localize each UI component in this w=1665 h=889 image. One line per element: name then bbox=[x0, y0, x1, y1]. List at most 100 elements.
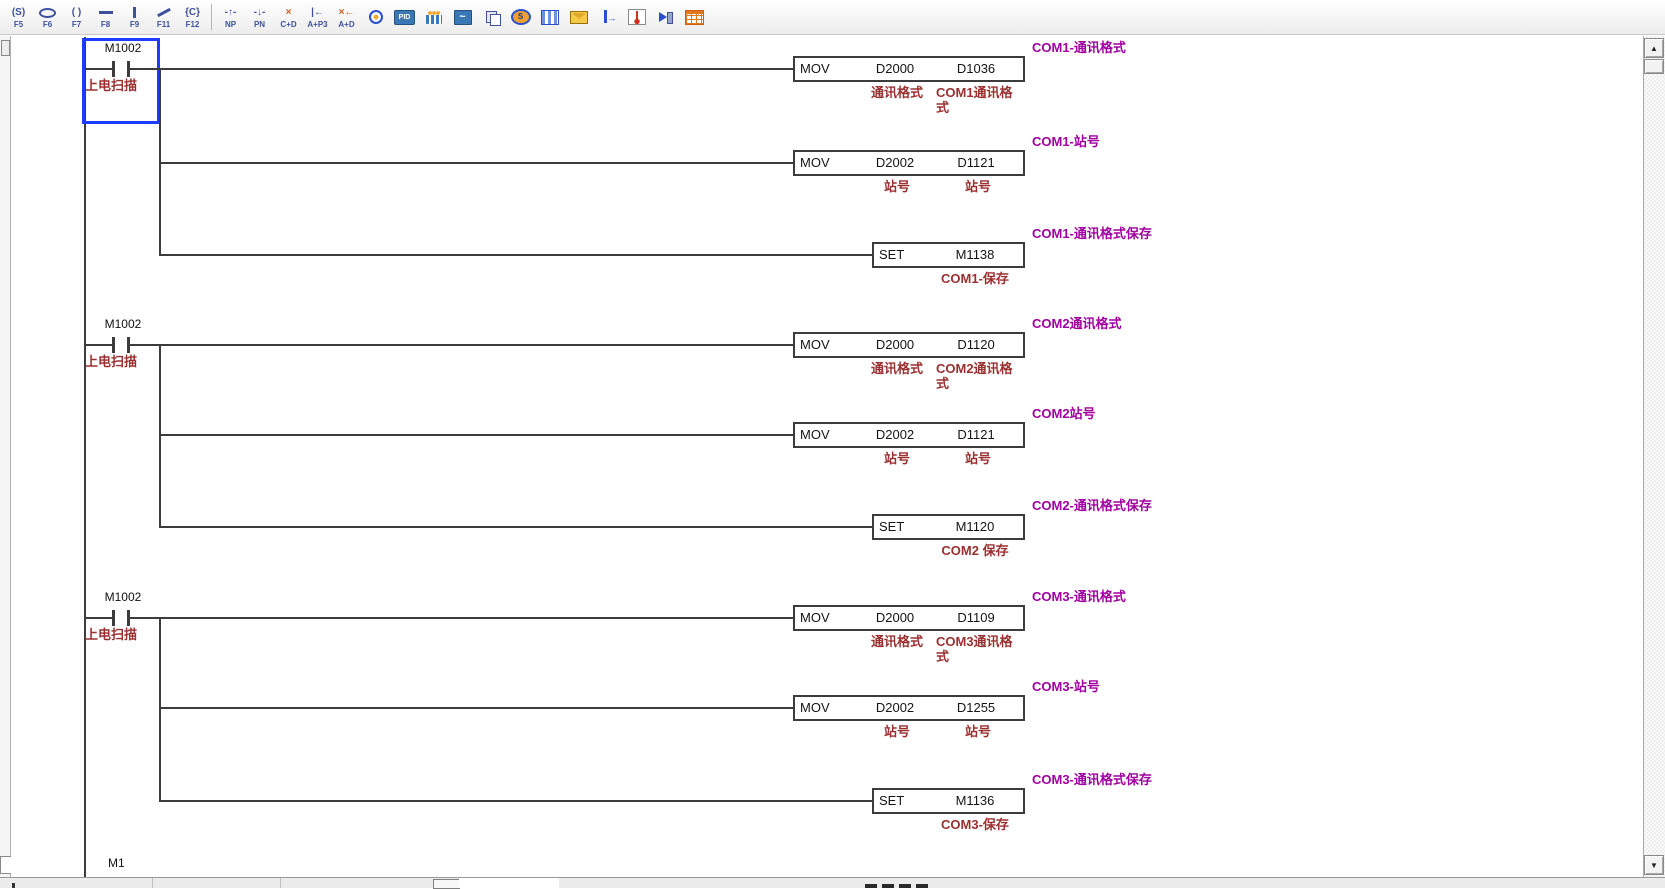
timer-button[interactable] bbox=[361, 1, 390, 33]
waveform-icon: ~ bbox=[454, 10, 472, 25]
device-grid-button[interactable] bbox=[680, 1, 709, 33]
operand-source: D2000 bbox=[843, 58, 947, 80]
instruction-box-mov[interactable]: MOV D2000 D1109 bbox=[793, 605, 1025, 631]
operand-comment: 站号 bbox=[849, 179, 945, 194]
scrollbar-thumb[interactable] bbox=[1644, 59, 1664, 74]
delete-line-f11-button[interactable]: F11 bbox=[149, 1, 178, 33]
instruction-name: MOV bbox=[800, 607, 830, 629]
coil-icon bbox=[39, 5, 56, 20]
copy-program-button[interactable] bbox=[477, 1, 506, 33]
instruction-box-set[interactable]: SET M1136 bbox=[872, 788, 1025, 814]
falling-pulse-pn-button[interactable]: -↓- PN bbox=[245, 1, 274, 33]
operand-comment: 站号 bbox=[849, 724, 945, 739]
counter-c-icon: {C} bbox=[185, 5, 201, 20]
operand-comment: COM3-保存 bbox=[915, 817, 1035, 832]
waveform-button[interactable]: ~ bbox=[448, 1, 477, 33]
rising-pulse-np-button[interactable]: -↑- NP bbox=[216, 1, 245, 33]
toolbar-button-label: F8 bbox=[101, 20, 110, 29]
instruction-box-set[interactable]: SET M1138 bbox=[872, 242, 1025, 268]
horizontal-line-f8-button[interactable]: F8 bbox=[91, 1, 120, 33]
io-branch-button[interactable] bbox=[593, 1, 622, 33]
operand-comment: 站号 bbox=[935, 724, 1021, 739]
rung-comment: COM1-站号 bbox=[1032, 134, 1100, 150]
wire bbox=[85, 344, 793, 346]
toolbar-button-label: A+D bbox=[338, 20, 354, 29]
pid-icon: PID bbox=[394, 10, 415, 25]
table-columns-icon bbox=[541, 10, 559, 25]
toolbar-button-label: F7 bbox=[72, 20, 81, 29]
run-monitor-button[interactable] bbox=[651, 1, 680, 33]
module-columns-icon bbox=[426, 11, 442, 24]
contact-s-icon: (S) bbox=[11, 5, 27, 20]
step-ladder-f5-button[interactable]: (S) F5 bbox=[4, 1, 33, 33]
rising-pulse-icon: -↑- bbox=[223, 5, 239, 20]
delete-row-ad-button[interactable]: ×← A+D bbox=[332, 1, 361, 33]
contact-comment: 上电扫描 bbox=[85, 78, 137, 93]
operand-comment: 站号 bbox=[935, 179, 1021, 194]
branch-wire bbox=[159, 344, 161, 528]
operand-source: D2000 bbox=[843, 607, 947, 629]
instruction-name: MOV bbox=[800, 334, 830, 356]
delete-cell-cd-button[interactable]: × C+D bbox=[274, 1, 303, 33]
pid-button[interactable]: PID bbox=[390, 1, 419, 33]
instruction-box-set[interactable]: SET M1120 bbox=[872, 514, 1025, 540]
toolbar-button-label: NP bbox=[225, 20, 236, 29]
horizontal-line-icon bbox=[98, 5, 114, 20]
instruction-box-mov[interactable]: MOV D2000 D1036 bbox=[793, 56, 1025, 82]
toolbar-button-label: F11 bbox=[157, 20, 170, 29]
contact-device-label: M1002 bbox=[94, 590, 152, 604]
instruction-box-mov[interactable]: MOV D2000 D1120 bbox=[793, 332, 1025, 358]
instruction-box-mov[interactable]: MOV D2002 D1121 bbox=[793, 422, 1025, 448]
instruction-box-mov[interactable]: MOV D2002 D1255 bbox=[793, 695, 1025, 721]
vertical-scrollbar-track[interactable] bbox=[1643, 36, 1665, 877]
toolbar-button-label: C+D bbox=[280, 20, 296, 29]
falling-pulse-icon: -↓- bbox=[252, 5, 268, 20]
operand-dest: M1138 bbox=[930, 244, 1020, 266]
wire bbox=[85, 68, 793, 70]
device-table-button[interactable] bbox=[535, 1, 564, 33]
s-badge-icon: S bbox=[511, 9, 531, 25]
operand-dest: D1109 bbox=[933, 607, 1019, 629]
coil-f6-button[interactable]: F6 bbox=[33, 1, 62, 33]
instruction-box-mov[interactable]: MOV D2002 D1121 bbox=[793, 150, 1025, 176]
operand-dest: M1120 bbox=[930, 516, 1020, 538]
temperature-button[interactable] bbox=[622, 1, 651, 33]
contact-device-label: M1002 bbox=[94, 41, 152, 55]
thermometer-icon bbox=[628, 9, 646, 25]
next-rung-device-label: M1 bbox=[108, 856, 125, 870]
toolbar-button-label: F12 bbox=[186, 20, 200, 29]
operand-source: D2000 bbox=[843, 334, 947, 356]
panel-corner-box-top bbox=[1, 40, 10, 56]
wire bbox=[159, 707, 793, 709]
wire bbox=[85, 617, 793, 619]
rung-comment: COM2通讯格式 bbox=[1032, 316, 1122, 332]
diagonal-line-icon bbox=[156, 5, 172, 20]
rung-comment: COM1-通讯格式 bbox=[1032, 40, 1126, 56]
operand-comment: 通讯格式 bbox=[849, 361, 945, 376]
toolbar-button-label: PN bbox=[254, 20, 265, 29]
statusbar-separator bbox=[280, 878, 281, 888]
operand-dest: D1121 bbox=[933, 152, 1019, 174]
vertical-line-f9-button[interactable]: F9 bbox=[120, 1, 149, 33]
scroll-up-button[interactable]: ▲ bbox=[1644, 38, 1664, 58]
s-badge-button[interactable]: S bbox=[506, 1, 535, 33]
envelope-icon bbox=[570, 11, 588, 24]
copy-pages-icon bbox=[484, 10, 500, 24]
operand-comment: 站号 bbox=[935, 451, 1021, 466]
wire bbox=[159, 434, 793, 436]
insert-row-aps-button[interactable]: |← A+P3 bbox=[303, 1, 332, 33]
contact-comment: 上电扫描 bbox=[85, 627, 137, 642]
message-button[interactable] bbox=[564, 1, 593, 33]
operand-dest: D1255 bbox=[933, 697, 1019, 719]
output-parens-f7-button[interactable]: ( ) F7 bbox=[62, 1, 91, 33]
rung-comment: COM3-通讯格式保存 bbox=[1032, 772, 1152, 788]
up-arrow-icon: ▲ bbox=[1650, 44, 1658, 53]
branch-arrow-icon bbox=[600, 10, 616, 24]
scroll-down-button[interactable]: ▼ bbox=[1644, 855, 1664, 875]
insert-left-arrow-icon: |← bbox=[310, 5, 326, 20]
wire bbox=[159, 800, 872, 802]
rung-comment: COM2站号 bbox=[1032, 406, 1096, 422]
counter-coil-f12-button[interactable]: {C} F12 bbox=[178, 1, 207, 33]
module-wizard-button[interactable] bbox=[419, 1, 448, 33]
operand-dest: M1136 bbox=[930, 790, 1020, 812]
